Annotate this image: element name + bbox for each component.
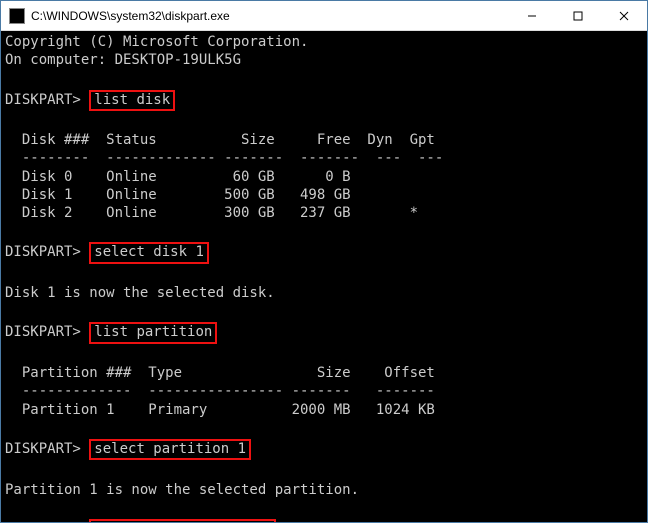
highlight-list-partition: list partition — [89, 322, 217, 344]
disk-table-row: Disk 1 Online 500 GB 498 GB — [5, 186, 643, 204]
cmd-list-disk: DISKPART> list disk — [5, 88, 643, 114]
copyright-line: Copyright (C) Microsoft Corporation. — [5, 33, 643, 51]
disk-table-divider: -------- ------------- ------- ------- -… — [5, 149, 643, 167]
titlebar[interactable]: C:\WINDOWS\system32\diskpart.exe — [1, 1, 647, 31]
app-icon — [9, 8, 25, 24]
window-title: C:\WINDOWS\system32\diskpart.exe — [31, 9, 509, 23]
window-controls — [509, 1, 647, 30]
close-button[interactable] — [601, 1, 647, 30]
disk-table-header: Disk ### Status Size Free Dyn Gpt — [5, 131, 643, 149]
highlight-select-disk: select disk 1 — [89, 242, 209, 264]
partition-table-header: Partition ### Type Size Offset — [5, 364, 643, 382]
msg-partition-selected: Partition 1 is now the selected partitio… — [5, 481, 643, 499]
computer-line: On computer: DESKTOP-19ULK5G — [5, 51, 643, 69]
maximize-button[interactable] — [555, 1, 601, 30]
terminal-output[interactable]: Copyright (C) Microsoft Corporation.On c… — [1, 31, 647, 522]
cmd-select-disk: DISKPART> select disk 1 — [5, 240, 643, 266]
highlight-format: format fs=fat32 quick — [89, 519, 276, 522]
highlight-select-partition: select partition 1 — [89, 439, 251, 461]
minimize-button[interactable] — [509, 1, 555, 30]
highlight-list-disk: list disk — [89, 90, 175, 112]
cmd-list-partition: DISKPART> list partition — [5, 320, 643, 346]
disk-table-row: Disk 2 Online 300 GB 237 GB * — [5, 204, 643, 222]
disk-table-row: Disk 0 Online 60 GB 0 B — [5, 168, 643, 186]
partition-table-divider: ------------- ---------------- ------- -… — [5, 382, 643, 400]
partition-table-row: Partition 1 Primary 2000 MB 1024 KB — [5, 401, 643, 419]
cmd-format: DISKPART> format fs=fat32 quick — [5, 517, 643, 522]
diskpart-window: C:\WINDOWS\system32\diskpart.exe Copyrig… — [0, 0, 648, 523]
msg-disk-selected: Disk 1 is now the selected disk. — [5, 284, 643, 302]
cmd-select-partition: DISKPART> select partition 1 — [5, 437, 643, 463]
